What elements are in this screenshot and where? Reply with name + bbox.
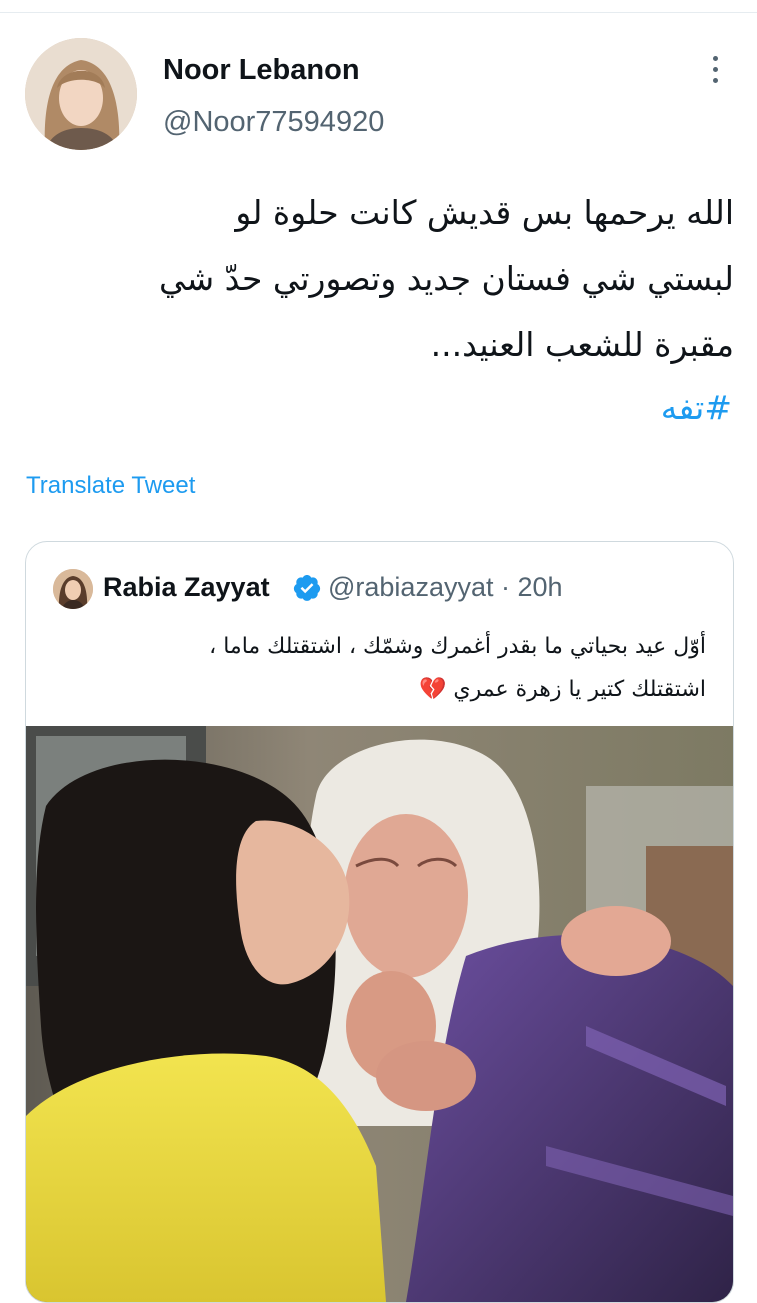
quoted-author-name[interactable]: Rabia Zayyat [103, 572, 270, 603]
tweet-text-line: مقبرة للشعب العنيد... [430, 325, 734, 364]
quoted-tweet-card[interactable]: Rabia Zayyat @rabiazayyat · 20h أوّل عيد… [25, 541, 734, 1303]
quoted-text-line: اشتقتلك كتير يا زهرة عمري 💔 [419, 677, 706, 702]
quoted-author-avatar[interactable] [53, 569, 93, 609]
quoted-text-line: أوّل عيد بحياتي ما بقدر أغمرك وشمّك ، اش… [209, 634, 706, 659]
tweet-text-line: الله يرحمها بس قديش كانت حلوة لو [235, 193, 734, 232]
author-handle[interactable]: @Noor77594920 [163, 106, 384, 139]
quoted-author-handle[interactable]: @rabiazayyat [328, 572, 493, 602]
author-name[interactable]: Noor Lebanon [163, 54, 360, 87]
tweet-text-line: لبستي شي فستان جديد وتصورتي حدّ شي [159, 259, 734, 298]
top-divider [0, 12, 757, 13]
quoted-meta: @rabiazayyat · 20h [328, 572, 563, 603]
more-vertical-icon[interactable] [703, 56, 727, 90]
quoted-tweet-photo[interactable] [26, 726, 733, 1302]
meta-separator: · [501, 572, 510, 602]
verified-badge-icon [292, 573, 322, 603]
translate-tweet-link[interactable]: Translate Tweet [26, 472, 195, 500]
quoted-tweet-text: أوّل عيد بحياتي ما بقدر أغمرك وشمّك ، اش… [46, 625, 706, 711]
tweet-text: الله يرحمها بس قديش كانت حلوة لو لبستي ش… [30, 180, 734, 378]
quoted-timestamp[interactable]: 20h [518, 572, 563, 602]
hashtag-link[interactable]: #تفه [661, 388, 732, 427]
author-avatar[interactable] [25, 38, 137, 150]
